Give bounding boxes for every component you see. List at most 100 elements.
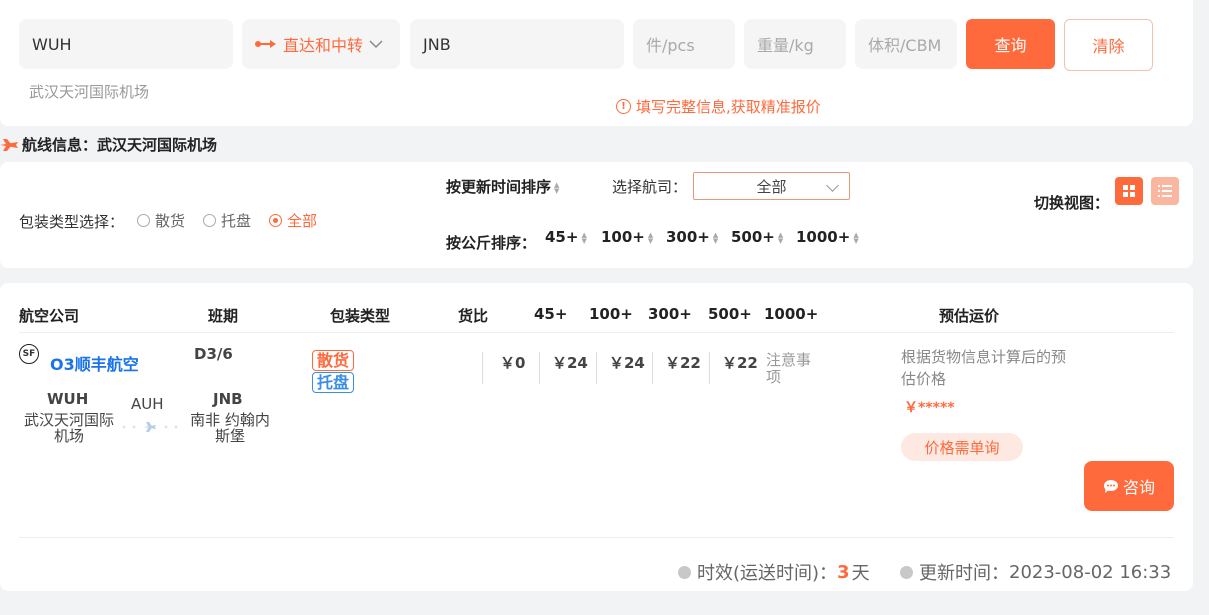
airline-select[interactable]: 全部 bbox=[693, 172, 850, 200]
route-title: 航线信息：武汉天河国际机场 bbox=[0, 134, 217, 155]
filter-card: 按更新时间排序 ▲ ▼ 选择航司： 切换视图： 包装类型选择： 散货 托盘 全部 按… bbox=[0, 162, 1193, 268]
plane-icon bbox=[0, 138, 18, 152]
chevron-down-icon bbox=[826, 179, 839, 192]
schedule-value: D3/6 bbox=[194, 345, 233, 363]
route-title-text: 航线信息：武汉天河国际机场 bbox=[22, 136, 218, 154]
transit-label: 时效(运送时间)： bbox=[697, 563, 838, 584]
price-300: ￥24 bbox=[609, 354, 645, 372]
origin-field[interactable]: WUH bbox=[19, 19, 233, 69]
col-100: 100+ bbox=[589, 305, 633, 323]
query-button[interactable]: 查询 bbox=[966, 19, 1055, 69]
list-view-button[interactable] bbox=[1151, 177, 1179, 205]
grid-view-button[interactable] bbox=[1115, 177, 1143, 205]
sort-arrows-icon: ▲ ▼ bbox=[853, 230, 859, 245]
price-separator bbox=[482, 352, 483, 384]
radio-icon bbox=[203, 214, 217, 227]
clock-icon bbox=[678, 565, 691, 579]
pack-radio-label: 全部 bbox=[287, 212, 318, 230]
kg-sort-label: 300+ bbox=[666, 228, 710, 246]
pack-radio-group: 散货 托盘 全部 bbox=[137, 210, 335, 231]
price-500: ￥22 bbox=[665, 354, 701, 372]
volume-input[interactable]: 体积/CBM bbox=[855, 19, 957, 69]
price-100: ￥24 bbox=[552, 354, 588, 372]
transfer-mode-select[interactable]: 直达和中转 bbox=[242, 19, 400, 69]
kg-sort-45[interactable]: 45+ ▲ ▼ bbox=[545, 228, 587, 246]
sort-by-time[interactable]: 按更新时间排序 ▲ ▼ bbox=[446, 176, 559, 197]
kg-sort-500[interactable]: 500+ ▲ ▼ bbox=[731, 228, 783, 246]
sort-arrows-icon: ▲ ▼ bbox=[777, 230, 784, 245]
transit-info: 时效(运送时间)： 3 天 bbox=[678, 559, 870, 585]
sort-by-time-label: 按更新时间排序 bbox=[446, 178, 552, 196]
consult-label: 咨询 bbox=[1122, 478, 1155, 497]
price-separator bbox=[539, 352, 540, 384]
to-airport-name: 南非 约翰内斯堡 bbox=[190, 411, 270, 445]
clear-button[interactable]: 清除 bbox=[1064, 19, 1153, 71]
kg-sort-1000[interactable]: 1000+ ▲ ▼ bbox=[796, 228, 859, 246]
col-45: 45+ bbox=[534, 305, 568, 323]
price-separator bbox=[709, 352, 710, 384]
price-45: ￥0 bbox=[500, 354, 526, 372]
price-inquiry-badge: 价格需单询 bbox=[901, 433, 1023, 461]
origin-airport-name: 武汉天河国际机场 bbox=[29, 83, 150, 101]
updated-label: 更新时间： bbox=[919, 563, 1009, 584]
col-1000: 1000+ bbox=[764, 305, 819, 323]
kg-sort-label: 500+ bbox=[731, 228, 775, 246]
kg-sort-300[interactable]: 300+ ▲ ▼ bbox=[666, 228, 718, 246]
search-card: WUH 直达和中转 JNB 件/pcs 重量/kg 体积/CBM 查询 清除 武… bbox=[0, 0, 1193, 126]
update-info: 更新时间： 2023-08-02 16:33 bbox=[900, 559, 1171, 585]
col-300: 300+ bbox=[648, 305, 692, 323]
col-ratio: 货比 bbox=[458, 307, 489, 325]
col-500: 500+ bbox=[708, 305, 752, 323]
tag-pallet: 托盘 bbox=[312, 372, 355, 393]
note-link[interactable]: 注意事项 bbox=[766, 352, 822, 386]
sort-arrows-icon: ▲ ▼ bbox=[712, 230, 719, 245]
kg-sort-label: 1000+ bbox=[796, 228, 851, 246]
sort-by-kg-label: 按公斤排序： bbox=[446, 234, 537, 252]
pack-radio-all[interactable]: 全部 bbox=[269, 210, 317, 231]
col-package: 包装类型 bbox=[330, 307, 391, 325]
pack-radio-pallet[interactable]: 托盘 bbox=[203, 210, 251, 231]
grid-icon bbox=[1123, 185, 1135, 197]
pcs-input[interactable]: 件/pcs bbox=[633, 19, 735, 69]
from-code: WUH bbox=[47, 390, 89, 408]
estimate-text: 根据货物信息计算后的预估价格 bbox=[901, 348, 1067, 388]
sort-arrows-icon: ▲ ▼ bbox=[647, 230, 654, 245]
price-separator bbox=[596, 352, 597, 384]
kg-sort-label: 100+ bbox=[601, 228, 645, 246]
pack-label: 包装类型选择： bbox=[19, 213, 125, 231]
warning-text: 填写完整信息,获取精准报价 bbox=[636, 98, 821, 116]
weight-input[interactable]: 重量/kg bbox=[744, 19, 846, 69]
pack-radio-label: 散货 bbox=[155, 212, 186, 230]
footer-divider bbox=[19, 537, 1174, 538]
sort-arrows-icon: ▲ ▼ bbox=[581, 230, 587, 245]
flight-path bbox=[120, 417, 182, 432]
airline-name-link[interactable]: O3顺丰航空 bbox=[50, 351, 139, 375]
warning-icon: ! bbox=[616, 99, 631, 114]
plane-icon bbox=[122, 422, 178, 432]
col-schedule: 班期 bbox=[208, 307, 239, 325]
airline-select-value: 全部 bbox=[756, 177, 787, 196]
kg-sort-100[interactable]: 100+ ▲ ▼ bbox=[601, 228, 653, 246]
price-1000: ￥22 bbox=[722, 354, 758, 372]
transit-unit: 天 bbox=[851, 563, 870, 584]
route-arrow-icon bbox=[255, 39, 277, 49]
tag-loose: 散货 bbox=[312, 350, 355, 371]
pack-radio-loose[interactable]: 散货 bbox=[137, 210, 185, 231]
radio-icon bbox=[137, 214, 150, 227]
airline-logo: SF bbox=[19, 344, 39, 364]
view-label: 切换视图： bbox=[1034, 194, 1110, 212]
clock-icon bbox=[900, 565, 913, 579]
estimate-price: ￥***** bbox=[904, 400, 955, 416]
chat-bubble-icon bbox=[1103, 479, 1118, 493]
consult-button[interactable]: 咨询 bbox=[1084, 461, 1174, 511]
via-code: AUH bbox=[131, 395, 164, 413]
destination-field[interactable]: JNB bbox=[410, 19, 624, 69]
updated-value: 2023-08-02 16:33 bbox=[1009, 561, 1172, 583]
pack-radio-label: 托盘 bbox=[221, 212, 252, 230]
transit-value: 3 bbox=[837, 561, 850, 583]
to-code: JNB bbox=[213, 390, 243, 408]
radio-selected-icon bbox=[269, 214, 283, 227]
col-estimate: 预估运价 bbox=[939, 307, 1000, 325]
chevron-down-icon bbox=[369, 39, 383, 49]
list-icon bbox=[1158, 185, 1172, 197]
